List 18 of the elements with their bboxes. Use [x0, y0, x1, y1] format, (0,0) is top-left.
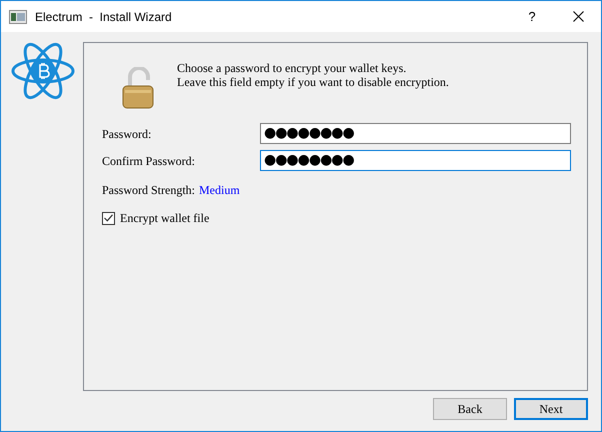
password-field[interactable]: ●●●●●●●●	[260, 123, 571, 144]
wizard-button[interactable]: Back	[433, 398, 507, 420]
instruction-text: Choose a password to encrypt your wallet keys.	[177, 61, 408, 75]
window-title: Electrum - Install Wizard	[35, 8, 172, 26]
padlock-icon	[122, 67, 154, 109]
wizard-button[interactable]: Next	[514, 398, 588, 420]
help-button[interactable]: ?	[509, 1, 555, 32]
strength-label: Password Strength:	[102, 182, 195, 199]
field-label: Confirm Password:	[102, 152, 196, 170]
encrypt-checkbox[interactable]	[102, 212, 115, 224]
field-label: Password:	[102, 126, 152, 142]
encrypt-label: Encrypt wallet file	[120, 210, 210, 227]
strength-value: Medium	[199, 182, 240, 199]
atom-logo-icon	[11, 40, 75, 102]
password-field[interactable]: ●●●●●●●●	[260, 150, 571, 171]
app-icon	[9, 10, 27, 24]
instruction-text: Leave this field empty if you want to disable encryption.	[177, 75, 449, 89]
close-icon	[572, 11, 584, 22]
